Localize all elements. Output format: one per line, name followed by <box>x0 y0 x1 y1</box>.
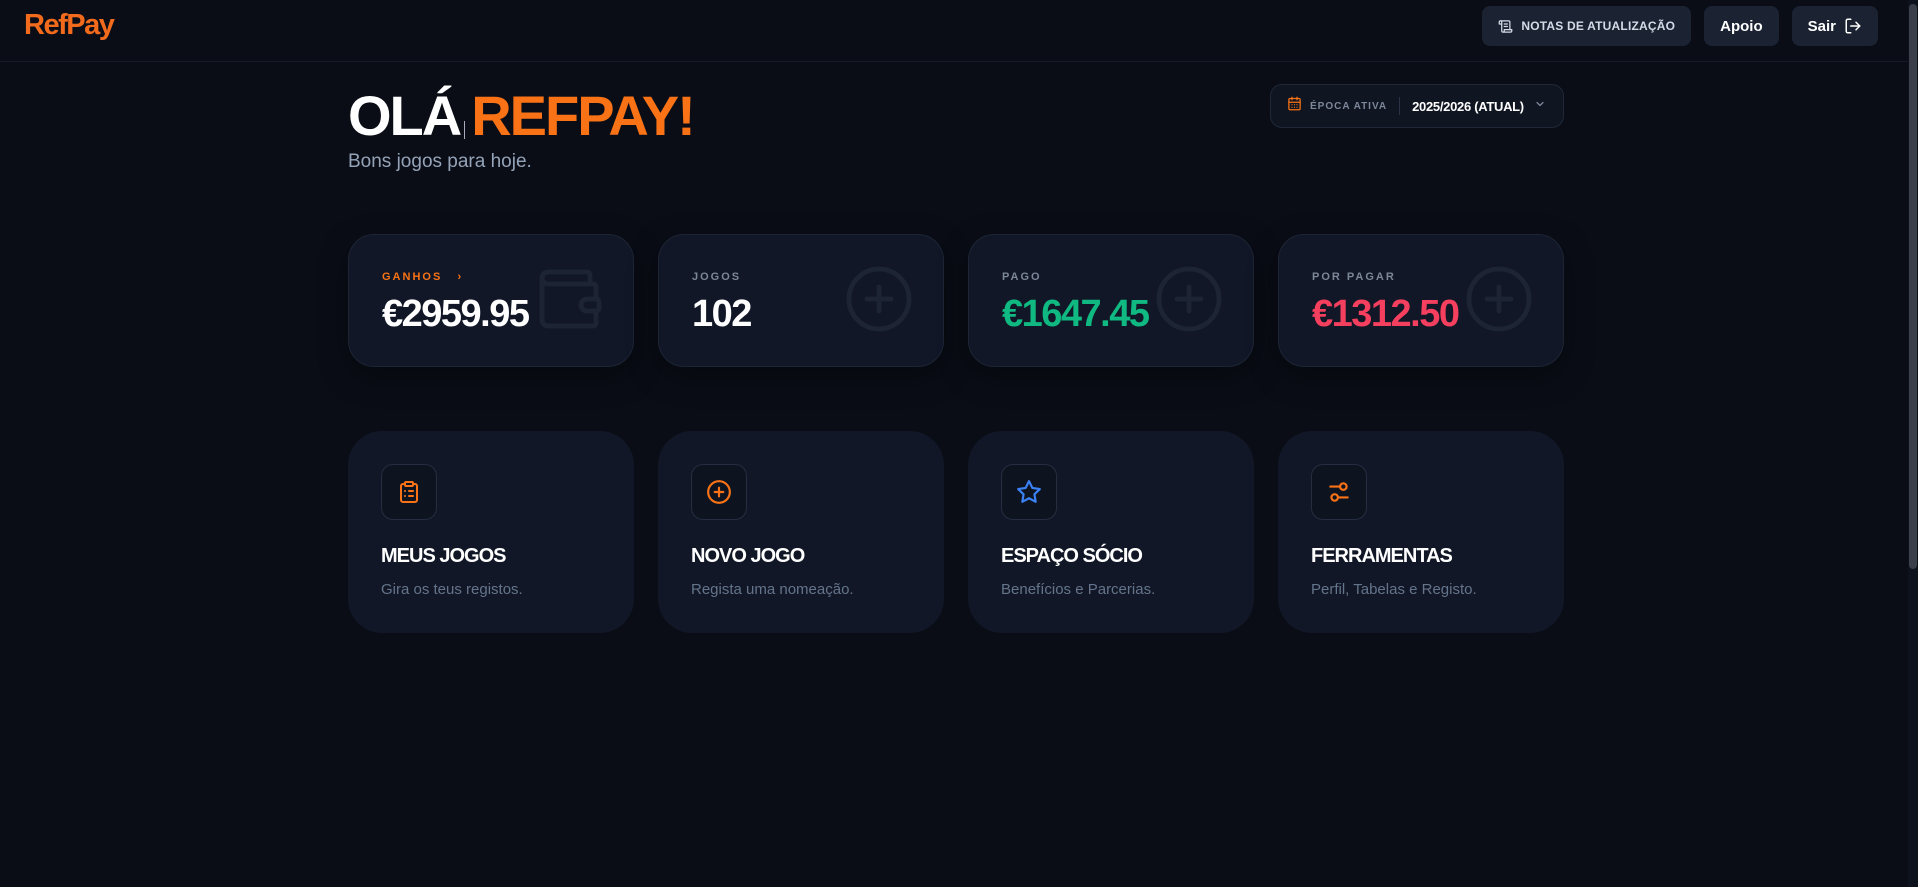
calendar-icon <box>1287 96 1302 116</box>
update-notes-button[interactable]: NOTAS DE ATUALIZAÇÃO <box>1482 6 1692 46</box>
action-title: MEUS JOGOS <box>381 545 506 567</box>
update-notes-label: NOTAS DE ATUALIZAÇÃO <box>1521 19 1676 33</box>
action-description: Gira os teus registos. <box>381 581 523 598</box>
stat-card-earnings[interactable]: GANHOS › €2959.95 <box>348 234 634 367</box>
top-bar: RefPay NOTAS DE ATUALIZAÇÃO Apoio Sair <box>0 0 1918 62</box>
support-label: Apoio <box>1720 17 1763 35</box>
page-subtitle: Bons jogos para hoje. <box>348 151 532 172</box>
text-caret <box>464 121 466 139</box>
action-description: Perfil, Tabelas e Registo. <box>1311 581 1477 598</box>
action-title: ESPAÇO SÓCIO <box>1001 545 1143 567</box>
action-card-member-area[interactable]: ESPAÇO SÓCIO Benefícios e Parcerias. <box>968 431 1254 633</box>
stat-value: €1312.50 <box>1312 293 1460 335</box>
page-scrollbar[interactable] <box>1908 0 1918 887</box>
stat-value: €1647.45 <box>1002 293 1150 335</box>
scrollbar-thumb[interactable] <box>1909 4 1917 569</box>
stat-label: GANHOS › <box>382 271 463 283</box>
star-icon <box>1001 464 1057 520</box>
season-selector[interactable]: ÉPOCA ATIVA 2025/2026 (ATUAL) <box>1270 84 1564 128</box>
action-card-new-game[interactable]: NOVO JOGO Regista uma nomeação. <box>658 431 944 633</box>
action-card-tools[interactable]: FERRAMENTAS Perfil, Tabelas e Registo. <box>1278 431 1564 633</box>
clipboard-icon <box>381 464 437 520</box>
plus-circle-icon <box>691 464 747 520</box>
logout-button[interactable]: Sair <box>1791 6 1878 46</box>
stat-label: JOGOS <box>692 271 742 283</box>
header-actions: NOTAS DE ATUALIZAÇÃO Apoio Sair <box>1482 6 1878 46</box>
plus-circle-icon <box>843 263 915 340</box>
logout-icon <box>1844 17 1862 35</box>
logout-label: Sair <box>1807 17 1836 35</box>
chevron-right-icon: › <box>457 271 464 283</box>
chevron-down-icon <box>1534 97 1546 115</box>
sliders-icon <box>1311 464 1367 520</box>
action-card-my-games[interactable]: MEUS JOGOS Gira os teus registos. <box>348 431 634 633</box>
stat-label-text: GANHOS <box>382 271 443 283</box>
greeting-name: REFPAY! <box>471 84 695 147</box>
stat-label: POR PAGAR <box>1312 271 1396 283</box>
season-divider <box>1399 97 1401 115</box>
action-description: Regista uma nomeação. <box>691 581 854 598</box>
stat-card-paid[interactable]: PAGO €1647.45 <box>968 234 1254 367</box>
stat-value: 102 <box>692 293 752 335</box>
page-title: OLÁ REFPAY! <box>348 82 696 150</box>
scroll-icon <box>1498 19 1513 34</box>
stat-card-games[interactable]: JOGOS 102 <box>658 234 944 367</box>
stat-label: PAGO <box>1002 271 1042 283</box>
season-value: 2025/2026 (ATUAL) <box>1412 98 1524 114</box>
support-button[interactable]: Apoio <box>1704 6 1779 46</box>
plus-circle-icon <box>1463 263 1535 340</box>
greeting-hello: OLÁ <box>348 84 462 147</box>
action-title: NOVO JOGO <box>691 545 805 567</box>
action-title: FERRAMENTAS <box>1311 545 1453 567</box>
plus-circle-icon <box>1153 263 1225 340</box>
wallet-icon <box>533 263 605 340</box>
app-logo[interactable]: RefPay <box>24 9 115 42</box>
stat-value: €2959.95 <box>382 293 530 335</box>
season-label: ÉPOCA ATIVA <box>1310 100 1388 112</box>
stat-card-due[interactable]: POR PAGAR €1312.50 <box>1278 234 1564 367</box>
action-description: Benefícios e Parcerias. <box>1001 581 1156 598</box>
